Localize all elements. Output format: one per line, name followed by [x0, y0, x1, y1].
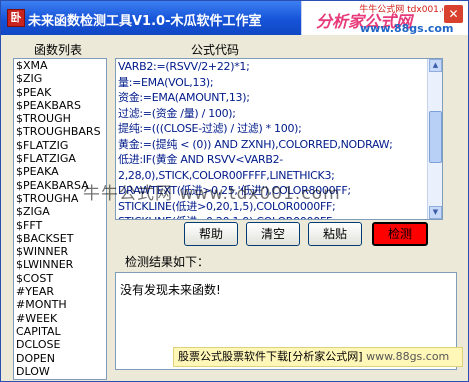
function-list-item[interactable]: $ZIG: [14, 72, 106, 85]
formula-code-line: STICKLINE(低进>0,20,1,5),COLOR0000FF;: [118, 199, 336, 213]
function-list-item[interactable]: $XMA: [14, 59, 106, 72]
editor-scrollbar[interactable]: ▲ ▼: [427, 59, 442, 219]
app-window: 卧 未来函数检测工具V1.0-木瓜软件工作室 牛牛公式网 tdx001.com …: [0, 0, 469, 382]
function-list-item[interactable]: CAPITAL: [14, 325, 106, 338]
function-list-item[interactable]: $PEAKBARSA: [14, 179, 106, 192]
formula-code-label: 公式代码: [191, 43, 240, 57]
function-list-item[interactable]: DCLOSE: [14, 338, 106, 351]
function-list-item[interactable]: $TROUGH: [14, 112, 106, 125]
function-list-item[interactable]: $PEAKBARS: [14, 99, 106, 112]
function-list-item[interactable]: DLOW: [14, 365, 106, 378]
download-banner-text: 股票公式股票软件下载[分析家公式网]: [178, 350, 363, 363]
formula-editor[interactable]: VARB2:=(RSVV/2+22)*1; 量:=EMA(VOL,13); 资金:=…: [115, 58, 443, 220]
result-text: 没有发现未来函数!: [120, 283, 221, 297]
function-list-item[interactable]: $FLATZIG: [14, 139, 106, 152]
function-list-item[interactable]: DVOL: [14, 378, 106, 379]
help-button[interactable]: 帮助: [184, 222, 238, 246]
function-list-item[interactable]: #WEEK: [14, 312, 106, 325]
paste-button[interactable]: 粘贴: [308, 222, 362, 246]
function-list-item[interactable]: $BACKSET: [14, 232, 106, 245]
formula-code-line: 资金:=EMA(AMOUNT,13);: [118, 91, 250, 104]
formula-code-line: 量:=EMA(VOL,13);: [118, 75, 214, 89]
function-list-item[interactable]: $ZIGA: [14, 205, 106, 218]
scroll-down-icon[interactable]: ▼: [429, 206, 442, 219]
window-title: 未来函数检测工具V1.0-木瓜软件工作室: [28, 14, 262, 29]
function-list-item[interactable]: $TROUGHA: [14, 192, 106, 205]
function-list-item[interactable]: $WINNER: [14, 245, 106, 258]
formula-code-line: STICKLINE(低进>0,20,1,9),COLOR0000FF;: [116, 214, 442, 219]
title-bar[interactable]: 卧 未来函数检测工具V1.0-木瓜软件工作室 牛牛公式网 tdx001.com …: [1, 1, 468, 35]
function-list-item[interactable]: $LWINNER: [14, 258, 106, 271]
close-button[interactable]: ✕: [443, 4, 464, 24]
function-list[interactable]: $XMA $ZIG $PEAK $PEAKBARS $TROUGH $TROUGHBARS…: [13, 58, 107, 380]
watermark-url: www.88gs.com: [360, 22, 454, 35]
formula-code-line: DRAWTEXT(低进>0,25,'低进'),COLOR8000FF;: [118, 184, 351, 197]
function-list-item[interactable]: $PEAKA: [14, 165, 106, 178]
formula-code-lines: VARB2:=(RSVV/2+22)*1; 量:=EMA(VOL,13); 资金:=…: [116, 59, 442, 219]
function-list-item[interactable]: #YEAR: [14, 285, 106, 298]
app-icon: 卧: [7, 9, 25, 27]
function-list-label: 函数列表: [33, 43, 82, 57]
download-banner-site: www.88gs.com: [366, 350, 450, 363]
detect-button[interactable]: 检测: [372, 222, 428, 246]
formula-code-line: 黄金:=(提纯 < (0)) AND ZXNH),COLORRED,NODRAW…: [118, 137, 393, 151]
function-list-item[interactable]: $TROUGHBARS: [14, 125, 106, 138]
formula-code-line: 过滤:=(资金 /量) / 100);: [118, 106, 236, 120]
formula-code-line: 提纯:=(((CLOSE-过滤) / 过滤) * 100);: [118, 122, 302, 135]
function-list-item[interactable]: DOPEN: [14, 352, 106, 365]
scroll-up-icon[interactable]: ▲: [429, 59, 442, 72]
function-list-item[interactable]: $COST: [14, 272, 106, 285]
formula-code-line: 低进:IF(黄金 AND RSVV<VARB2-: [118, 153, 283, 166]
function-list-item[interactable]: $PEAK: [14, 86, 106, 99]
result-label: 检测结果如下：: [125, 255, 210, 269]
formula-code-line: VARB2:=(RSVV/2+22)*1;: [118, 60, 250, 73]
formula-code-line: 2,28,0),STICK,COLOR00FFFF,LINETHICK3;: [118, 168, 335, 182]
function-list-item[interactable]: #MONTH: [14, 298, 106, 311]
clear-button[interactable]: 清空: [246, 222, 300, 246]
function-list-item[interactable]: $FLATZIGA: [14, 152, 106, 165]
scroll-thumb[interactable]: [429, 111, 442, 163]
function-list-item[interactable]: $FFT: [14, 219, 106, 232]
download-banner[interactable]: 股票公式股票软件下载[分析家公式网] www.88gs.com: [173, 347, 463, 367]
